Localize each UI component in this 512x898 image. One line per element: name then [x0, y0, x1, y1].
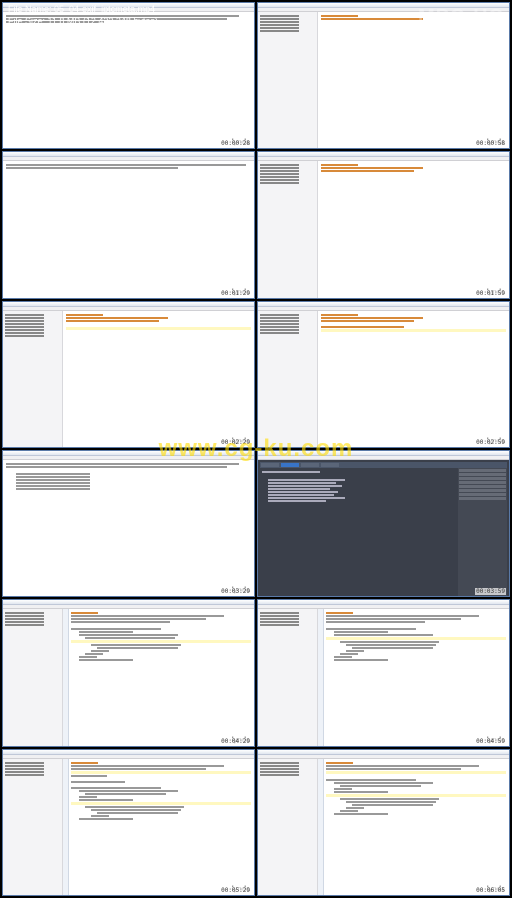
timestamp: 00:02:59: [475, 439, 506, 446]
thumbnail[interactable]: lynda 00:01:59: [257, 151, 510, 298]
docs-sidebar: [458, 468, 507, 597]
code-editor: [318, 161, 509, 297]
timestamp: 00:00:58: [475, 140, 506, 147]
timestamp: 00:03:29: [220, 588, 251, 595]
line-gutter: [63, 609, 69, 745]
timestamp: 00:00:28: [220, 140, 251, 147]
filename-label: File Name:: [8, 4, 52, 14]
code-editor: [63, 609, 254, 745]
code-editor: [318, 609, 509, 745]
ide-sidebar: [3, 609, 63, 745]
thumbnail-grid: lynda 00:00:28 lynda 00:00:58 lynda: [0, 0, 512, 898]
code-editor: [318, 311, 509, 447]
ide-sidebar: [258, 759, 318, 895]
thumbnail[interactable]: lynda 00:06:05: [257, 749, 510, 896]
docs-browser: [258, 460, 509, 597]
filename-value: 05_04-exif_iptcmeta.mp4: [54, 4, 155, 14]
line-gutter: [63, 759, 69, 895]
thumbnail[interactable]: 00:03:59: [257, 450, 510, 597]
resolution-value: 1280x720: [56, 27, 96, 37]
timestamp: 00:01:29: [220, 290, 251, 297]
thumbnail[interactable]: lynda 00:04:29: [2, 599, 255, 746]
code-editor: [63, 311, 254, 447]
ide-sidebar: [3, 759, 63, 895]
thumbnail[interactable]: lynda 00:05:29: [2, 749, 255, 896]
app-logo: MPC-HC: [418, 4, 504, 51]
thumbnail[interactable]: lynda 00:03:29: [2, 450, 255, 597]
duration-label: Duration:: [8, 39, 45, 49]
thumbnail[interactable]: lynda 00:01:29: [2, 151, 255, 298]
timestamp: 00:06:05: [475, 887, 506, 894]
timestamp: 00:04:59: [475, 738, 506, 745]
file-info-overlay: File Name: 05_04-exif_iptcmeta.mp4 File …: [0, 0, 512, 55]
ide-sidebar: [258, 609, 318, 745]
thumbnail[interactable]: lynda 00:04:59: [257, 599, 510, 746]
timestamp: 00:05:29: [220, 887, 251, 894]
thumbnail[interactable]: lynda 00:02:29: [2, 301, 255, 448]
timestamp: 00:01:59: [475, 290, 506, 297]
line-gutter: [318, 609, 324, 745]
docs-content: [260, 468, 458, 597]
timestamp: 00:03:59: [475, 588, 506, 595]
text-output-pane: [3, 460, 254, 596]
ide-sidebar: [258, 311, 318, 447]
code-editor: [318, 759, 509, 895]
file-info-block: File Name: 05_04-exif_iptcmeta.mp4 File …: [8, 4, 158, 51]
line-gutter: [318, 759, 324, 895]
filesize-value: 11,8 MB (12 432 348 bytes): [48, 16, 158, 26]
thumbnail[interactable]: lynda 00:02:59: [257, 301, 510, 448]
resolution-label: Resolution:: [8, 27, 53, 37]
text-output-pane: [3, 161, 254, 297]
ide-sidebar: [258, 161, 318, 297]
duration-value: 00:06:18: [47, 39, 82, 49]
filesize-label: File Size:: [8, 16, 45, 26]
ide-sidebar: [3, 311, 63, 447]
timestamp: 00:02:29: [220, 439, 251, 446]
timestamp: 00:04:29: [220, 738, 251, 745]
code-editor: [63, 759, 254, 895]
